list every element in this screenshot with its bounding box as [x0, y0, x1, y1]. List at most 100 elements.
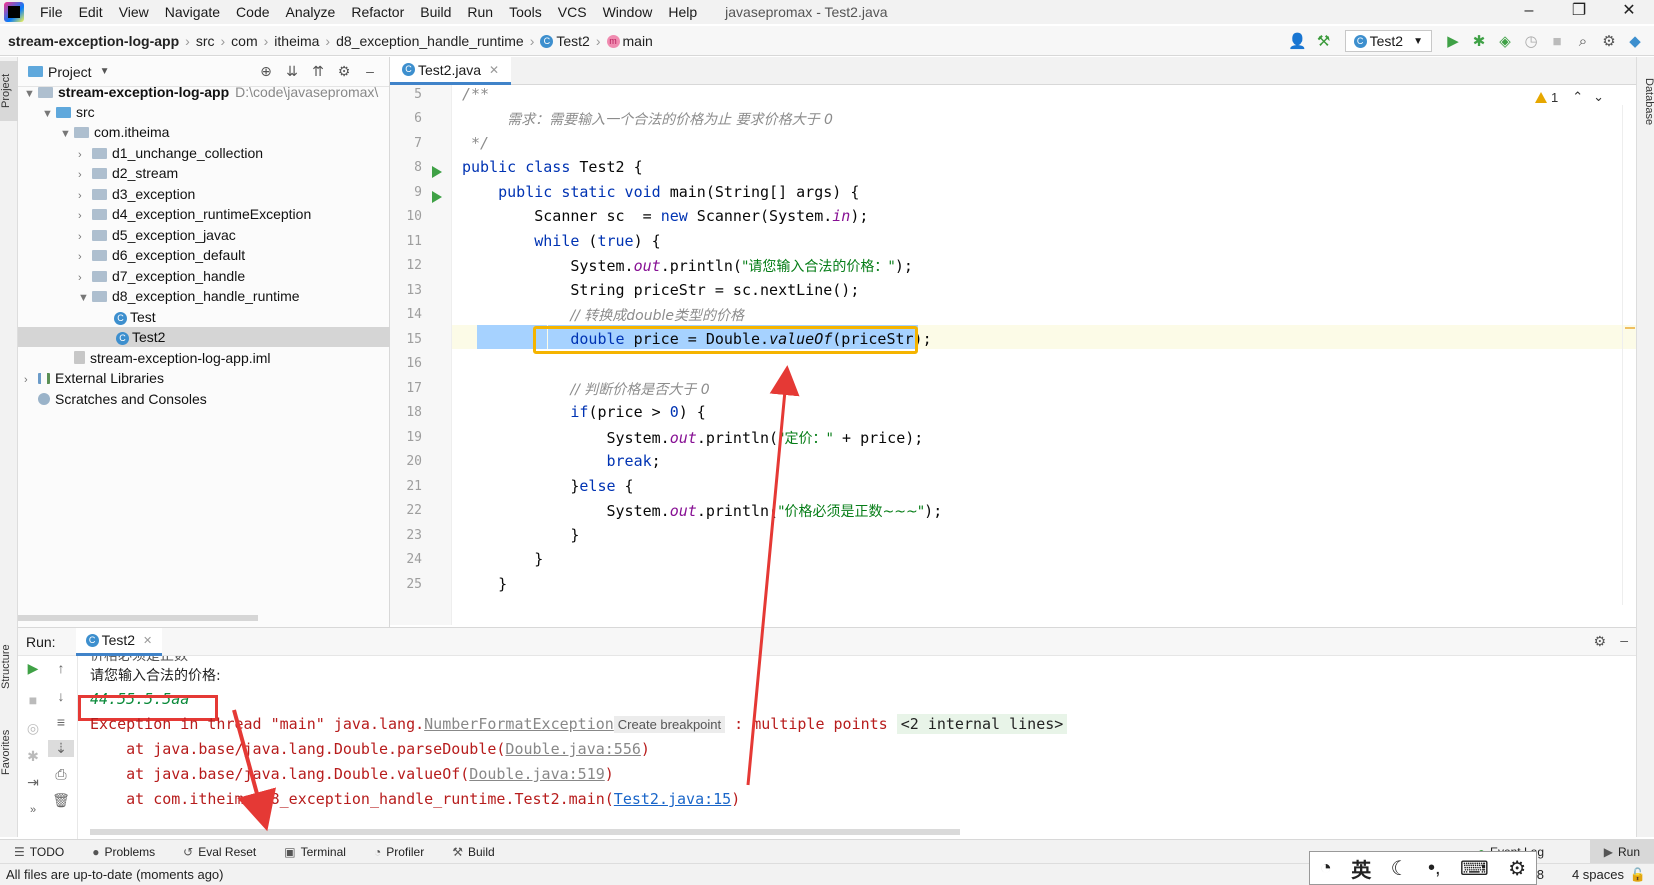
breadcrumb-itheima[interactable]: itheima: [270, 33, 323, 49]
internal-lines-fold[interactable]: <2 internal lines>: [896, 714, 1068, 734]
tree-item-folder[interactable]: › d3_exception: [78, 184, 195, 204]
menu-edit[interactable]: Edit: [71, 4, 111, 20]
horizontal-scrollbar[interactable]: [18, 615, 258, 621]
chevron-down-icon[interactable]: ⌄: [1593, 89, 1604, 105]
user-icon[interactable]: 👤: [1285, 32, 1311, 50]
chevron-right-icon[interactable]: ›: [78, 247, 92, 267]
login-icon[interactable]: ⇥: [20, 774, 46, 791]
chevron-right-icon[interactable]: ›: [24, 370, 38, 390]
create-breakpoint-button[interactable]: Create breakpoint: [613, 716, 726, 733]
debug-icon[interactable]: ✱: [1466, 32, 1492, 50]
scroll-to-end-icon[interactable]: ⇣: [48, 740, 74, 757]
menu-file[interactable]: File: [32, 4, 71, 20]
tool-tab-build[interactable]: ⚒ Build: [438, 845, 508, 859]
more-icon[interactable]: »: [20, 804, 46, 816]
rerun-icon[interactable]: ▶: [20, 660, 46, 677]
down-arrow-icon[interactable]: ↓: [48, 688, 74, 704]
tool-tab-profiler[interactable]: ◔ Profiler: [360, 845, 438, 859]
menu-window[interactable]: Window: [595, 4, 661, 20]
tool-tab-run[interactable]: ▶ Run: [1589, 839, 1654, 864]
search-icon[interactable]: ⌕: [1570, 33, 1596, 50]
expand-all-icon[interactable]: ⇊: [279, 63, 305, 80]
breadcrumb-src[interactable]: src: [192, 33, 219, 49]
tree-item-folder[interactable]: ▼ d8_exception_handle_runtime: [78, 286, 300, 306]
code-editor[interactable]: 5 6 7 8 9 10 11 12 13 14 15 16 17 18 19 …: [390, 85, 1636, 625]
tool-tab-eval-reset[interactable]: ↺ Eval Reset: [169, 845, 270, 859]
breadcrumb-method[interactable]: m main: [603, 33, 657, 49]
breadcrumb-com[interactable]: com: [227, 33, 261, 49]
settings-gear-icon[interactable]: ✱: [20, 748, 46, 765]
exception-class-link[interactable]: NumberFormatException: [424, 715, 614, 733]
chevron-right-icon[interactable]: ›: [78, 165, 92, 185]
camera-icon[interactable]: ◎: [20, 720, 46, 737]
locate-icon[interactable]: ⊕: [253, 63, 279, 80]
menu-analyze[interactable]: Analyze: [278, 4, 344, 20]
trace-link[interactable]: Double.java:556: [505, 740, 640, 758]
project-panel-title[interactable]: Project: [48, 64, 92, 80]
print-icon[interactable]: ⎙: [48, 766, 74, 783]
status-indent[interactable]: 4 spaces: [1572, 867, 1624, 882]
chevron-right-icon[interactable]: ›: [78, 145, 92, 165]
keyboard-icon[interactable]: ⌨: [1460, 856, 1489, 881]
trash-icon[interactable]: 🗑: [48, 792, 74, 809]
tree-item-folder[interactable]: › d4_exception_runtimeException: [78, 204, 311, 224]
database-tool-tab[interactable]: Database: [1637, 67, 1654, 137]
tree-item-src[interactable]: ▼ src: [42, 102, 95, 122]
trace-link[interactable]: Test2.java:15: [614, 790, 731, 808]
build-hammer-icon[interactable]: ⚒: [1311, 32, 1337, 50]
tree-item-class-selected[interactable]: C Test2: [18, 327, 390, 347]
menu-run[interactable]: Run: [459, 4, 501, 20]
close-tab-icon[interactable]: ✕: [143, 634, 152, 647]
structure-tool-tab[interactable]: Structure: [0, 627, 18, 707]
punctuation-icon[interactable]: •,: [1428, 857, 1441, 880]
collapse-all-icon[interactable]: ⇈: [305, 63, 331, 80]
chevron-up-icon[interactable]: ⌃: [1572, 89, 1583, 105]
chevron-right-icon[interactable]: ›: [78, 227, 92, 247]
tree-item-folder[interactable]: › d6_exception_default: [78, 245, 245, 265]
breadcrumb-package[interactable]: d8_exception_handle_runtime: [332, 33, 528, 49]
menu-view[interactable]: View: [111, 4, 157, 20]
tree-item-scratches[interactable]: Scratches and Consoles: [24, 389, 207, 409]
chevron-right-icon[interactable]: ›: [78, 186, 92, 206]
stop-icon[interactable]: ■: [1544, 33, 1570, 50]
hide-icon[interactable]: –: [357, 63, 383, 80]
tool-tab-terminal[interactable]: ▣ Terminal: [270, 845, 360, 859]
run-icon[interactable]: ▶: [1440, 32, 1466, 50]
run-tab-test2[interactable]: C Test2 ✕: [75, 627, 163, 656]
tree-item-iml[interactable]: stream-exception-log-app.iml: [60, 348, 271, 368]
ime-logo-icon[interactable]: ◔: [1320, 857, 1332, 880]
restore-icon[interactable]: ❐: [1554, 0, 1604, 24]
close-icon[interactable]: ✕: [1604, 0, 1654, 24]
trace-link[interactable]: Double.java:519: [469, 765, 604, 783]
lock-icon[interactable]: 🔓: [1630, 867, 1646, 883]
hide-icon[interactable]: –: [1620, 632, 1628, 648]
tool-tab-todo[interactable]: ☰ TODO: [0, 845, 78, 859]
breadcrumb-project[interactable]: stream-exception-log-app: [0, 33, 183, 49]
horizontal-scrollbar[interactable]: [90, 829, 960, 835]
chevron-down-icon[interactable]: ▼: [78, 288, 92, 308]
chevron-down-icon[interactable]: ▼: [60, 124, 74, 144]
chevron-right-icon[interactable]: ›: [78, 206, 92, 226]
stop-icon[interactable]: ■: [20, 692, 46, 708]
settings-gear-icon[interactable]: ⚙: [1593, 633, 1606, 650]
tree-item-package[interactable]: ▼ com.itheima: [60, 122, 169, 142]
inspection-widget[interactable]: 1 ⌃ ⌄: [1534, 89, 1604, 105]
profile-icon[interactable]: ◷: [1518, 32, 1544, 50]
settings-gear-icon[interactable]: ⚙: [1508, 856, 1526, 881]
tab-test2-java[interactable]: C Test2.java ✕: [390, 57, 512, 85]
menu-navigate[interactable]: Navigate: [157, 4, 228, 20]
tree-item-project-root[interactable]: ▼ stream-exception-log-app D:\code\javasep…: [24, 82, 378, 102]
moon-icon[interactable]: ☾: [1391, 856, 1409, 881]
close-tab-icon[interactable]: ✕: [489, 63, 499, 77]
breadcrumb-class[interactable]: C Test2: [536, 33, 593, 49]
menu-vcs[interactable]: VCS: [550, 4, 595, 20]
settings-gear-icon[interactable]: ⚙: [331, 63, 357, 80]
tree-item-folder[interactable]: › d1_unchange_collection: [78, 143, 263, 163]
editor-scrollbar[interactable]: [1622, 105, 1636, 605]
chevron-down-icon[interactable]: ▼: [100, 66, 110, 77]
chevron-right-icon[interactable]: ›: [78, 268, 92, 288]
menu-code[interactable]: Code: [228, 4, 277, 20]
run-main-gutter-icon[interactable]: [432, 191, 442, 203]
tree-item-folder[interactable]: › d2_stream: [78, 163, 178, 183]
tree-item-external-libraries[interactable]: › External Libraries: [24, 368, 164, 388]
